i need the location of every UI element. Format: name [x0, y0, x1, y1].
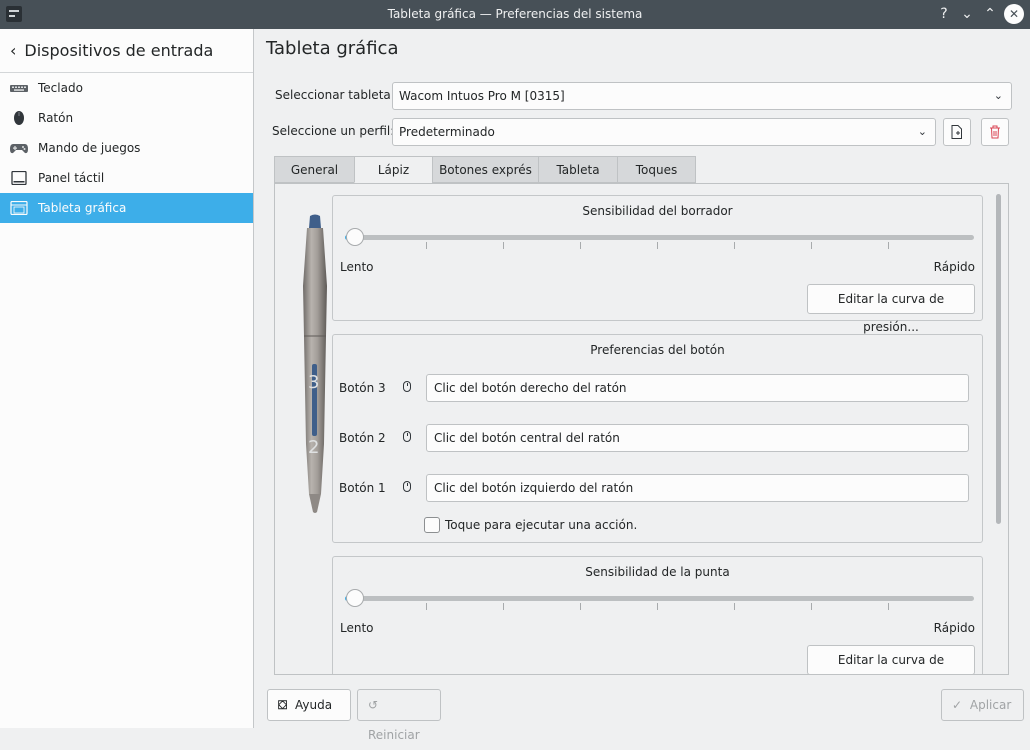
tablet-icon [10, 200, 28, 216]
select-tablet-label: Seleccionar tableta: [275, 88, 395, 102]
eraser-sensitivity-group: Sensibilidad del borrador Lento Rápido E… [332, 195, 983, 334]
eraser-slider-handle[interactable] [346, 228, 364, 246]
tab-touch[interactable]: Toques [617, 156, 696, 183]
chevron-left-icon: ‹ [10, 41, 17, 60]
tab-pen[interactable]: Lápiz [354, 156, 432, 183]
eraser-edit-curve-button[interactable]: Editar la curva de presión... [807, 284, 975, 334]
chevron-down-icon: ⌄ [993, 89, 1003, 102]
tab-bar: General Lápiz Botones exprés Tableta Toq… [274, 156, 696, 183]
window-titlebar[interactable]: Tableta gráfica — Preferencias del siste… [0, 0, 1030, 29]
button-preferences-title: Preferencias del botón [590, 343, 725, 357]
eraser-min-label: Lento [340, 260, 374, 274]
tip-sensitivity-title: Sensibilidad de la punta [585, 565, 730, 579]
touchpad-icon [10, 170, 28, 186]
tip-edit-curve-button[interactable]: Editar la curva de presión... [807, 645, 975, 674]
sidebar-item-label: Panel táctil [38, 171, 105, 185]
mouse-icon [403, 481, 411, 492]
tip-slider-handle[interactable] [346, 589, 364, 607]
profile-select[interactable]: Predeterminado ⌄ [392, 118, 936, 146]
reset-icon: ↺ [368, 698, 379, 712]
button-1-label: Botón 1 [339, 481, 386, 495]
back-label: Dispositivos de entrada [24, 41, 214, 60]
help-window-button[interactable]: ? [934, 4, 954, 24]
apply-button-label: Aplicar [969, 698, 1012, 712]
button-preferences-group: Preferencias del botón Botón 3 Clic del … [332, 334, 983, 543]
profile-select-value: Predeterminado [399, 125, 495, 139]
mouse-icon [10, 111, 28, 125]
pen-button-3-label: 3 [308, 372, 319, 393]
sidebar-item-mouse[interactable]: Ratón [0, 103, 253, 133]
help-icon: ⛋ [278, 698, 288, 712]
tip-min-label: Lento [340, 621, 374, 635]
button-3-action-field[interactable]: Clic del botón derecho del ratón [426, 374, 969, 402]
sidebar-item-label: Teclado [38, 81, 83, 95]
tap-action-checkbox[interactable] [424, 517, 440, 533]
trash-icon [990, 125, 1000, 139]
gamepad-icon [10, 141, 28, 155]
reset-button[interactable]: ↺ Reiniciar [357, 689, 441, 742]
keyboard-icon [10, 81, 28, 95]
tip-max-label: Rápido [933, 621, 975, 635]
button-1-action-field[interactable]: Clic del botón izquierdo del ratón [426, 474, 969, 502]
pen-illustration: 3 2 [297, 214, 333, 514]
sidebar-item-label: Tableta gráfica [38, 201, 127, 215]
document-new-icon [951, 125, 962, 139]
reset-button-label: Reiniciar [368, 728, 420, 742]
panel-scrollbar[interactable] [996, 194, 1001, 524]
button-3-label: Botón 3 [339, 381, 386, 395]
tap-action-label: Toque para ejecutar una acción. [445, 518, 638, 532]
page-title: Tableta gráfica [266, 38, 399, 59]
button-2-label: Botón 2 [339, 431, 386, 445]
mouse-icon [403, 431, 411, 442]
pen-button-2-label: 2 [308, 437, 319, 458]
sidebar-item-label: Mando de juegos [38, 141, 141, 155]
mouse-icon [403, 381, 411, 392]
tab-express-buttons[interactable]: Botones exprés [432, 156, 538, 183]
eraser-max-label: Rápido [933, 260, 975, 274]
sidebar-item-tablet[interactable]: Tableta gráfica [0, 193, 253, 223]
checkmark-icon: ✓ [952, 698, 963, 712]
apply-button[interactable]: ✓ Aplicar [941, 689, 1024, 721]
sidebar: ‹ Dispositivos de entrada Teclado Ratón … [0, 29, 254, 728]
tip-sensitivity-slider[interactable] [345, 596, 974, 601]
main-content: Tableta gráfica Seleccionar tableta: Wac… [254, 29, 1030, 742]
back-button[interactable]: ‹ Dispositivos de entrada [0, 29, 253, 73]
new-profile-button[interactable] [943, 118, 971, 146]
tablet-select-value: Wacom Intuos Pro M [0315] [399, 89, 565, 103]
button-2-action-field[interactable]: Clic del botón central del ratón [426, 424, 969, 452]
eraser-sensitivity-slider[interactable] [345, 235, 974, 240]
window-title: Tableta gráfica — Preferencias del siste… [387, 7, 643, 21]
maximize-window-button[interactable]: ⌃ [980, 4, 1000, 24]
tablet-select[interactable]: Wacom Intuos Pro M [0315] ⌄ [392, 82, 1012, 110]
sidebar-item-gamepad[interactable]: Mando de juegos [0, 133, 253, 163]
delete-profile-button[interactable] [981, 118, 1009, 146]
tip-sensitivity-group: Sensibilidad de la punta Lento Rápido Ed… [332, 556, 983, 674]
minimize-window-button[interactable]: ⌄ [957, 4, 977, 24]
chevron-down-icon: ⌄ [917, 125, 927, 138]
tab-general[interactable]: General [274, 156, 354, 183]
tab-tablet[interactable]: Tableta [538, 156, 617, 183]
pen-settings-panel: 3 2 Sensibilidad del borrador Lento Rápi… [274, 183, 1009, 675]
help-button[interactable]: ⛋ Ayuda [267, 689, 351, 721]
sidebar-item-label: Ratón [38, 111, 74, 125]
sidebar-item-touchpad[interactable]: Panel táctil [0, 163, 253, 193]
select-profile-label: Seleccione un perfil: [272, 124, 395, 138]
sidebar-item-keyboard[interactable]: Teclado [0, 73, 253, 103]
close-window-button[interactable]: ✕ [1004, 4, 1024, 24]
help-button-label: Ayuda [294, 698, 333, 712]
eraser-sensitivity-title: Sensibilidad del borrador [582, 204, 733, 218]
